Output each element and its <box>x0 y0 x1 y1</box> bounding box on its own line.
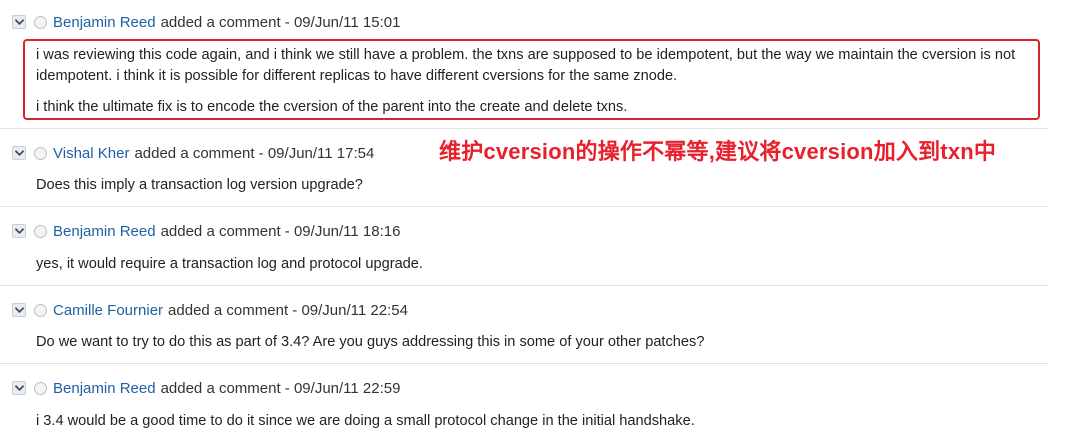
comment-header: Benjamin Reed added a comment - 09/Jun/1… <box>12 377 400 399</box>
comment-paragraph: Does this imply a transaction log versio… <box>36 177 363 193</box>
divider <box>0 363 1048 364</box>
divider <box>0 285 1048 286</box>
user-avatar-icon <box>34 303 47 317</box>
author-link[interactable]: Vishal Kher <box>53 145 129 162</box>
user-avatar-icon <box>34 15 47 29</box>
comment-header: Camille Fournier added a comment - 09/Ju… <box>12 299 408 321</box>
comment-paragraph: yes, it would require a transaction log … <box>36 256 423 272</box>
comment-body: yes, it would require a transaction log … <box>36 254 423 275</box>
comment-paragraph: i 3.4 would be a good time to do it sinc… <box>36 413 695 429</box>
author-link[interactable]: Benjamin Reed <box>53 223 156 240</box>
author-link[interactable]: Benjamin Reed <box>53 380 156 397</box>
comment-meta: added a comment - 09/Jun/11 18:16 <box>160 222 401 240</box>
comment-header: Vishal Kher added a comment - 09/Jun/11 … <box>12 142 374 164</box>
comment-body: Does this imply a transaction log versio… <box>36 175 363 196</box>
comment-meta: added a comment - 09/Jun/11 22:54 <box>168 301 408 319</box>
comment-paragraph: Do we want to try to do this as part of … <box>36 334 705 350</box>
chevron-down-icon[interactable] <box>12 224 26 238</box>
chevron-down-icon[interactable] <box>12 15 26 29</box>
comment-header: Benjamin Reed added a comment - 09/Jun/1… <box>12 220 400 242</box>
chevron-down-icon[interactable] <box>12 381 26 395</box>
annotation-text: 维护cversion的操作不幂等,建议将cversion加入到txn中 <box>439 139 997 164</box>
author-link[interactable]: Camille Fournier <box>53 302 163 319</box>
highlight-box <box>23 39 1040 120</box>
author-link[interactable]: Benjamin Reed <box>53 14 156 31</box>
divider <box>0 206 1048 207</box>
comment-meta: added a comment - 09/Jun/11 17:54 <box>134 144 375 162</box>
user-avatar-icon <box>34 146 47 160</box>
comment-body: Do we want to try to do this as part of … <box>36 332 704 353</box>
chevron-down-icon[interactable] <box>12 303 26 317</box>
comment-header: Benjamin Reed added a comment - 09/Jun/1… <box>12 11 400 33</box>
comment-meta: added a comment - 09/Jun/11 22:59 <box>160 379 401 397</box>
comment-body: i 3.4 would be a good time to do it sinc… <box>36 411 695 432</box>
user-avatar-icon <box>34 224 47 238</box>
divider <box>0 128 1048 129</box>
chevron-down-icon[interactable] <box>12 146 26 160</box>
user-avatar-icon <box>34 381 47 395</box>
comment-meta: added a comment - 09/Jun/11 15:01 <box>160 13 401 31</box>
